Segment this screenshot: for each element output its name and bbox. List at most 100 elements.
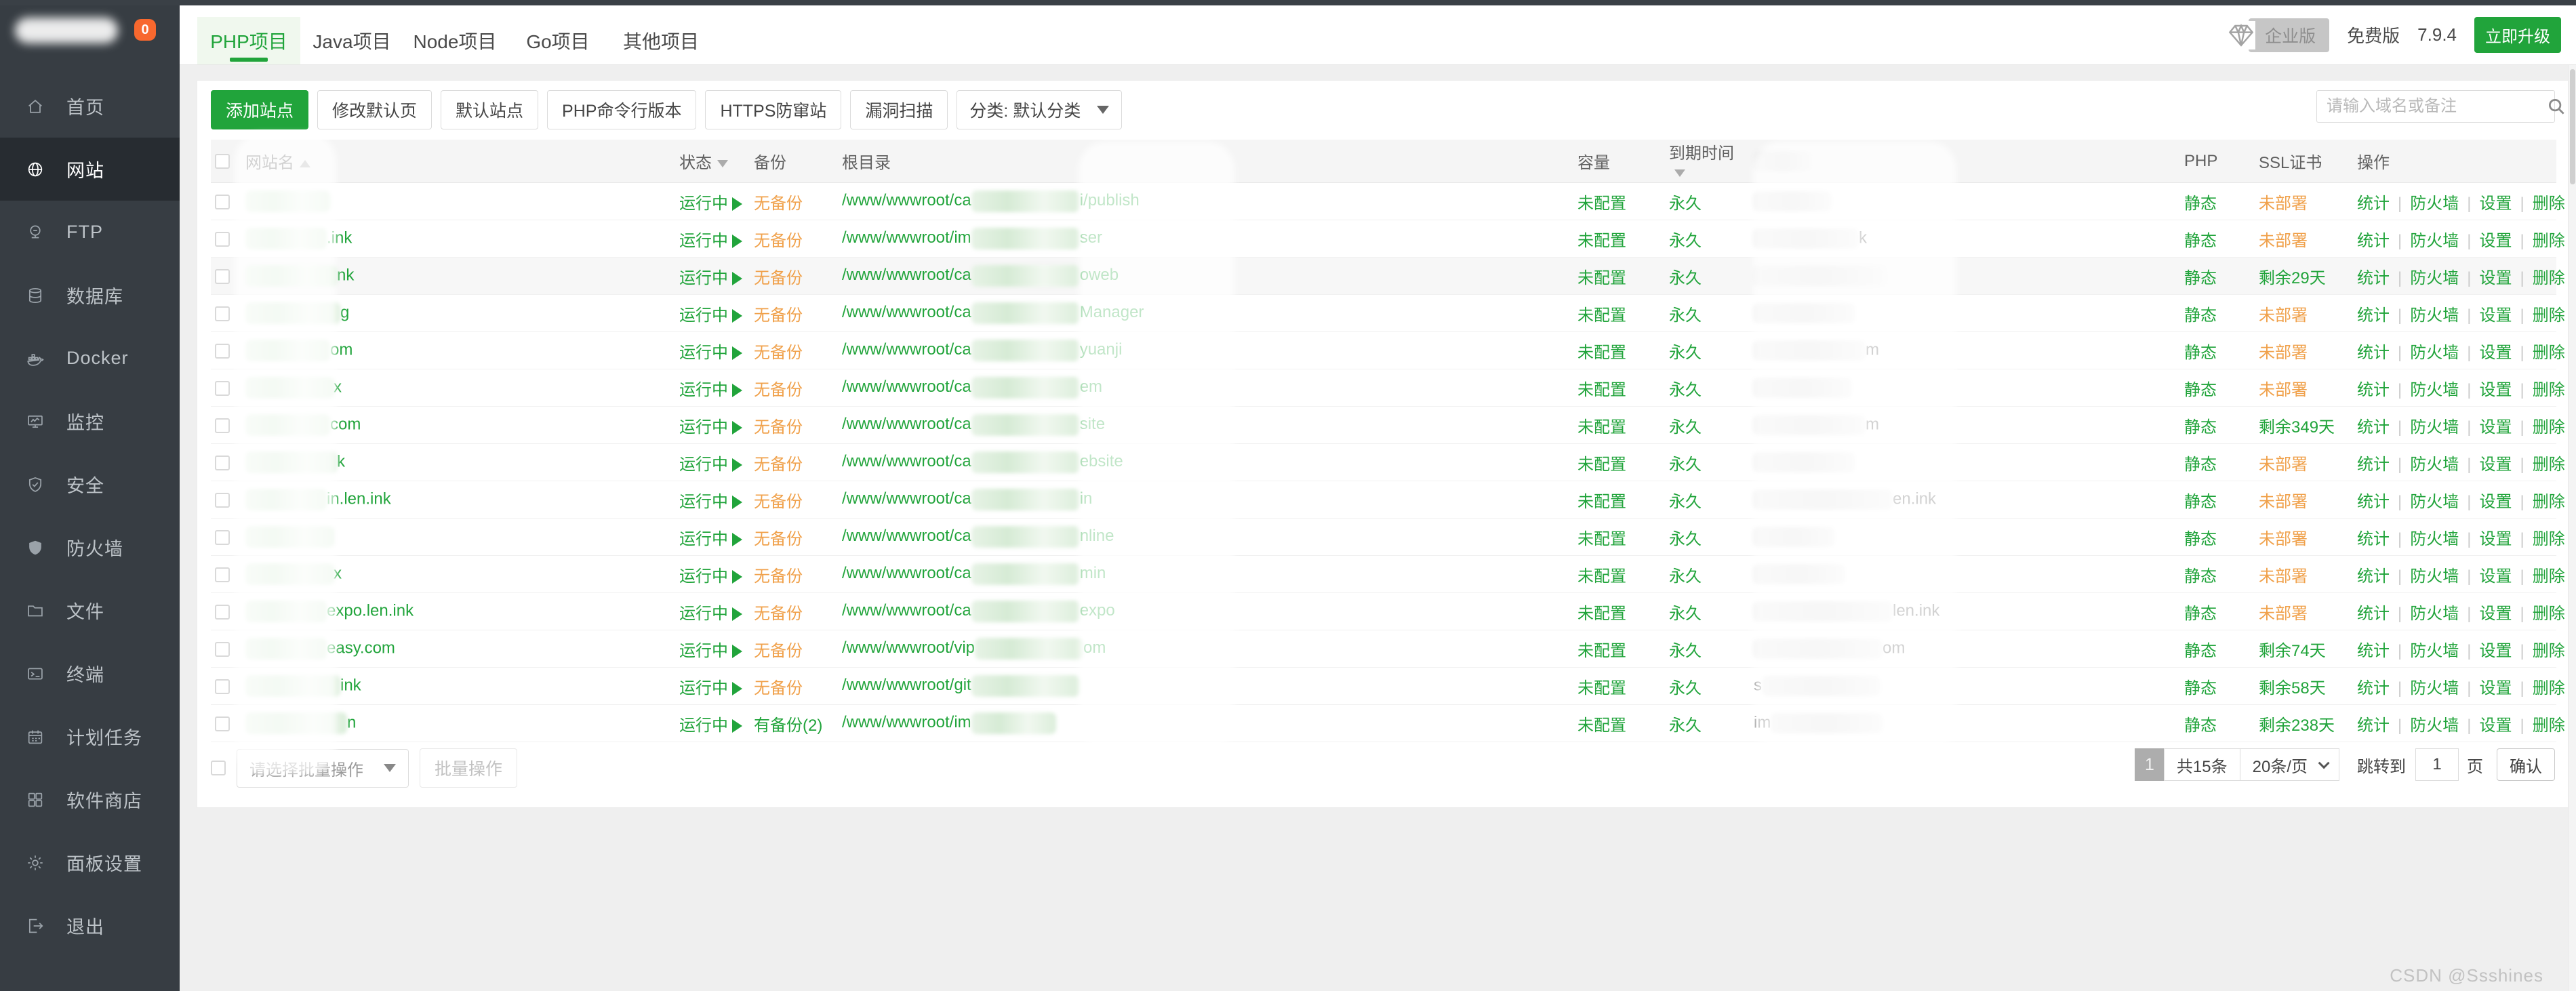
sidebar-item-calendar[interactable]: 计划任务 xyxy=(0,705,180,768)
root-path-link[interactable]: /www/wwwroot/ca min xyxy=(842,563,1106,585)
backup-link[interactable]: 无备份 xyxy=(754,269,803,287)
row-action-3[interactable]: 删除 xyxy=(2533,269,2565,287)
ssl-link[interactable]: 未部署 xyxy=(2259,195,2308,213)
row-action-1[interactable]: 防火墙 xyxy=(2410,530,2459,548)
root-path-link[interactable]: /www/wwwroot/ca nline xyxy=(842,526,1114,548)
quota-link[interactable]: 未配置 xyxy=(1577,493,1626,511)
row-action-1[interactable]: 防火墙 xyxy=(2410,344,2459,362)
php-version-link[interactable]: 静态 xyxy=(2184,232,2217,250)
php-version-link[interactable]: 静态 xyxy=(2184,530,2217,548)
ssl-link[interactable]: 未部署 xyxy=(2259,381,2308,399)
root-path-link[interactable]: /www/wwwroot/ca yuanji xyxy=(842,340,1122,361)
toolbar-button-0[interactable]: 修改默认页 xyxy=(317,90,432,129)
site-name-link[interactable]: n xyxy=(347,713,356,731)
quota-link[interactable]: 未配置 xyxy=(1577,679,1626,697)
quota-link[interactable]: 未配置 xyxy=(1577,605,1626,623)
site-status-link[interactable]: 运行中 xyxy=(679,418,742,437)
site-status-link[interactable]: 运行中 xyxy=(679,530,742,548)
ssl-link[interactable]: 未部署 xyxy=(2259,605,2308,623)
row-action-3[interactable]: 删除 xyxy=(2533,306,2565,325)
ssl-link[interactable]: 未部署 xyxy=(2259,306,2308,325)
tab-1[interactable]: Java项目 xyxy=(300,17,403,64)
root-path-link[interactable]: /www/wwwroot/ca i/publish xyxy=(842,190,1140,212)
row-action-2[interactable]: 设置 xyxy=(2479,195,2512,213)
header-expire[interactable]: 到期时间 xyxy=(1665,140,1750,183)
row-action-0[interactable]: 统计 xyxy=(2357,605,2390,623)
expire-link[interactable]: 永久 xyxy=(1669,493,1702,511)
row-action-3[interactable]: 删除 xyxy=(2533,232,2565,250)
expire-link[interactable]: 永久 xyxy=(1669,567,1702,586)
row-checkbox[interactable] xyxy=(215,492,230,508)
ssl-link[interactable]: 剩余29天 xyxy=(2259,269,2326,287)
row-action-0[interactable]: 统计 xyxy=(2357,344,2390,362)
site-status-link[interactable]: 运行中 xyxy=(679,269,742,287)
batch-action-select[interactable]: 请选择批量操作 xyxy=(237,748,409,788)
sidebar-item-globe[interactable]: 网站 xyxy=(0,138,180,201)
edition-badge[interactable]: 企业版 xyxy=(2249,18,2330,52)
row-checkbox[interactable] xyxy=(215,268,230,284)
site-name-link[interactable]: x xyxy=(334,378,342,396)
confirm-jump-button[interactable]: 确认 xyxy=(2497,748,2555,781)
search-icon[interactable] xyxy=(2546,96,2567,117)
note-text[interactable]: len.ink xyxy=(1893,601,1939,620)
row-action-1[interactable]: 防火墙 xyxy=(2410,381,2459,399)
row-action-0[interactable]: 统计 xyxy=(2357,418,2390,437)
row-action-0[interactable]: 统计 xyxy=(2357,493,2390,511)
row-checkbox[interactable] xyxy=(215,343,230,359)
php-version-link[interactable]: 静态 xyxy=(2184,195,2217,213)
quota-link[interactable]: 未配置 xyxy=(1577,456,1626,474)
header-site-name[interactable]: 网站名 xyxy=(241,140,675,183)
row-action-2[interactable]: 设置 xyxy=(2479,716,2512,735)
sidebar-item-shield-check[interactable]: 安全 xyxy=(0,453,180,516)
php-version-link[interactable]: 静态 xyxy=(2184,493,2217,511)
backup-link[interactable]: 无备份 xyxy=(754,642,803,660)
php-version-link[interactable]: 静态 xyxy=(2184,306,2217,325)
sidebar-item-store[interactable]: 软件商店 xyxy=(0,768,180,831)
note-text[interactable]: k xyxy=(1859,228,1867,247)
site-status-link[interactable]: 运行中 xyxy=(679,493,742,511)
search-input[interactable] xyxy=(2317,97,2546,116)
root-path-link[interactable]: /www/wwwroot/ca em xyxy=(842,377,1102,399)
message-count-badge[interactable]: 0 xyxy=(134,19,156,41)
row-checkbox[interactable] xyxy=(215,529,230,545)
row-action-0[interactable]: 统计 xyxy=(2357,716,2390,735)
expire-link[interactable]: 永久 xyxy=(1669,195,1702,213)
current-page-button[interactable]: 1 xyxy=(2134,748,2165,781)
row-action-1[interactable]: 防火墙 xyxy=(2410,493,2459,511)
sidebar-item-monitor[interactable]: 监控 xyxy=(0,390,180,453)
row-action-1[interactable]: 防火墙 xyxy=(2410,567,2459,586)
site-name-link[interactable]: ink xyxy=(340,676,361,694)
root-path-link[interactable]: /www/wwwroot/vip om xyxy=(842,638,1106,660)
site-status-link[interactable]: 运行中 xyxy=(679,381,742,399)
sidebar-item-ftp[interactable]: FTP xyxy=(0,201,180,264)
row-action-3[interactable]: 删除 xyxy=(2533,195,2565,213)
toolbar-button-2[interactable]: PHP命令行版本 xyxy=(547,90,697,129)
row-action-0[interactable]: 统计 xyxy=(2357,195,2390,213)
row-checkbox[interactable] xyxy=(215,231,230,247)
quota-link[interactable]: 未配置 xyxy=(1577,530,1626,548)
sidebar-item-database[interactable]: 数据库 xyxy=(0,264,180,327)
php-version-link[interactable]: 静态 xyxy=(2184,269,2217,287)
sidebar-item-firewall[interactable]: 防火墙 xyxy=(0,516,180,579)
row-action-2[interactable]: 设置 xyxy=(2479,567,2512,586)
ssl-link[interactable]: 未部署 xyxy=(2259,530,2308,548)
backup-link[interactable]: 无备份 xyxy=(754,567,803,586)
ssl-link[interactable]: 未部署 xyxy=(2259,567,2308,586)
expire-link[interactable]: 永久 xyxy=(1669,716,1702,735)
php-version-link[interactable]: 静态 xyxy=(2184,679,2217,697)
row-action-0[interactable]: 统计 xyxy=(2357,306,2390,325)
batch-select-all-checkbox[interactable] xyxy=(211,761,226,775)
site-name-link[interactable]: x xyxy=(334,564,342,582)
row-action-3[interactable]: 删除 xyxy=(2533,716,2565,735)
ssl-link[interactable]: 剩余58天 xyxy=(2259,679,2326,697)
quota-link[interactable]: 未配置 xyxy=(1577,418,1626,437)
row-action-2[interactable]: 设置 xyxy=(2479,530,2512,548)
row-action-1[interactable]: 防火墙 xyxy=(2410,679,2459,697)
jump-page-input[interactable] xyxy=(2415,748,2459,781)
quota-link[interactable]: 未配置 xyxy=(1577,269,1626,287)
batch-apply-button[interactable]: 批量操作 xyxy=(420,748,518,788)
site-name-link[interactable]: g xyxy=(340,303,349,321)
ssl-link[interactable]: 剩余238天 xyxy=(2259,716,2335,735)
header-status[interactable]: 状态 xyxy=(675,140,750,183)
row-checkbox[interactable] xyxy=(215,194,230,209)
